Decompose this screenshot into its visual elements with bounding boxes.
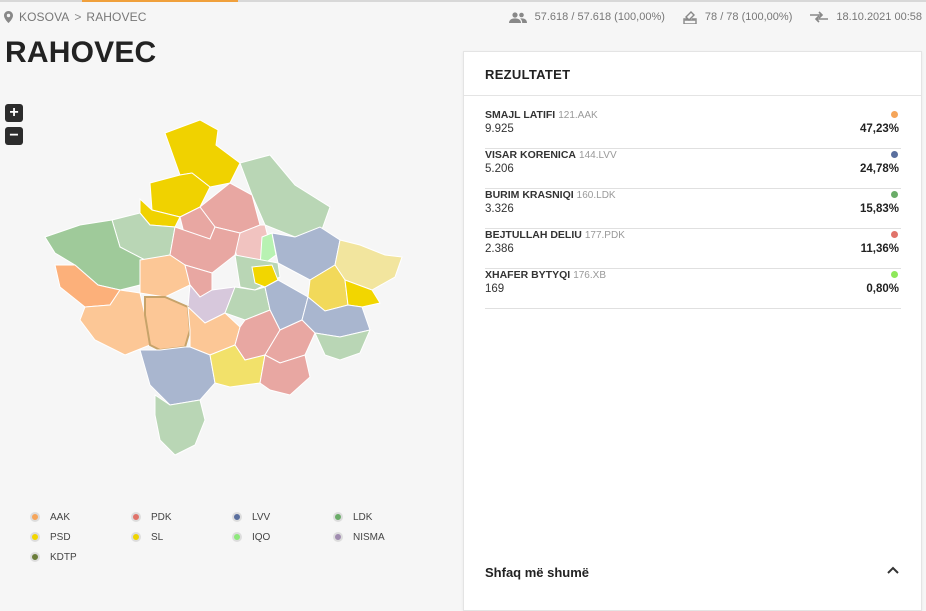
legend-item[interactable]: PDK <box>131 511 232 523</box>
stats-bar: 57.618 / 57.618 (100,00%) 78 / 78 (100,0… <box>491 9 922 25</box>
legend-label: NISMA <box>353 531 385 543</box>
swap-arrows-icon <box>810 11 829 23</box>
breadcrumb-separator: > <box>74 10 82 24</box>
chevron-up-icon <box>887 566 899 574</box>
candidate-votes: 169 <box>485 283 505 295</box>
breadcrumb-item-kosova[interactable]: KOSOVA <box>19 10 69 24</box>
candidate-votes: 5.206 <box>485 163 514 175</box>
party-color-dot <box>891 271 898 278</box>
legend-label: KDTP <box>50 551 77 563</box>
legend-item[interactable]: NISMA <box>333 531 434 543</box>
legend-dot <box>131 512 141 522</box>
legend-dot <box>30 532 40 542</box>
legend-label: PDK <box>151 511 172 523</box>
candidate-votes: 9.925 <box>485 123 514 135</box>
zoom-in-button[interactable]: + <box>5 104 23 122</box>
candidate-name: BURIM KRASNIQI 160.LDK <box>485 189 616 201</box>
result-row[interactable]: VISAR KORENICA 144.LVV 5.206 24,78% <box>485 149 901 189</box>
party-color-dot <box>891 151 898 158</box>
legend-dot <box>232 512 242 522</box>
candidate-number: 160.LDK <box>576 190 616 201</box>
breadcrumb-item-rahovec: RAHOVEC <box>86 10 147 24</box>
result-row[interactable]: BURIM KRASNIQI 160.LDK 3.326 15,83% <box>485 189 901 229</box>
legend-item[interactable]: LVV <box>232 511 333 523</box>
candidate-name-text: SMAJL LATIFI <box>485 109 556 121</box>
legend-dot <box>131 532 141 542</box>
legend-label: LDK <box>353 511 373 523</box>
candidate-votes: 3.326 <box>485 203 514 215</box>
candidate-percent: 11,36% <box>860 243 899 255</box>
candidate-percent: 47,23% <box>859 123 899 135</box>
map-region-hani-elezit[interactable] <box>259 354 311 396</box>
legend-item[interactable]: PSD <box>30 531 131 543</box>
candidate-name: BEJTULLAH DELIU 177.PDK <box>485 229 625 241</box>
candidate-number: 177.PDK <box>584 230 625 241</box>
ballot-box-icon <box>683 10 697 24</box>
party-legend: AAK PDK LVV LDK PSD SL IQO NISMA KDTP <box>30 511 430 563</box>
legend-label: LVV <box>252 511 271 523</box>
legend-item[interactable]: IQO <box>232 531 333 543</box>
legend-label: SL <box>151 531 164 543</box>
party-color-dot <box>891 111 898 118</box>
candidate-number: 121.AAK <box>558 110 598 121</box>
candidate-name: VISAR KORENICA 144.LVV <box>485 149 617 161</box>
kosovo-municipality-map[interactable] <box>40 115 410 460</box>
candidate-percent: 0,80% <box>866 283 899 295</box>
stat-stations-value: 78 / 78 (100,00%) <box>704 11 793 23</box>
candidate-number: 176.XB <box>573 270 606 281</box>
location-pin-icon <box>4 11 13 23</box>
candidate-name-text: BEJTULLAH DELIU <box>485 229 582 241</box>
top-progress-line <box>0 0 926 2</box>
party-color-dot <box>891 191 898 198</box>
legend-label: IQO <box>252 531 271 543</box>
zoom-out-button[interactable]: − <box>5 127 23 145</box>
party-color-dot <box>891 231 898 238</box>
breadcrumb: KOSOVA > RAHOVEC <box>4 9 146 25</box>
legend-dot <box>232 532 242 542</box>
legend-dot <box>333 532 343 542</box>
candidate-number: 144.LVV <box>579 150 617 161</box>
stat-voters-value: 57.618 / 57.618 (100,00%) <box>534 11 665 23</box>
results-header: REZULTATET <box>464 52 921 96</box>
legend-label: PSD <box>50 531 71 543</box>
candidate-name-text: BURIM KRASNIQI <box>485 189 574 201</box>
result-row[interactable]: BEJTULLAH DELIU 177.PDK 2.386 11,36% <box>485 229 901 269</box>
legend-dot <box>30 512 40 522</box>
top-progress-accent <box>82 0 238 2</box>
show-more-label: Shfaq më shumë <box>485 565 590 580</box>
candidate-name: SMAJL LATIFI 121.AAK <box>485 109 598 121</box>
map-region-prizren[interactable] <box>139 346 216 406</box>
candidate-name-text: XHAFER BYTYQI <box>485 269 571 281</box>
candidate-percent: 15,83% <box>859 203 899 215</box>
legend-dot <box>333 512 343 522</box>
legend-label: AAK <box>50 511 71 523</box>
results-panel: REZULTATET SMAJL LATIFI 121.AAK 9.925 47,… <box>463 51 922 611</box>
result-row[interactable]: XHAFER BYTYQI 176.XB 169 0,80% <box>485 269 901 309</box>
stat-stations: 78 / 78 (100,00%) <box>683 10 793 24</box>
legend-item[interactable]: AAK <box>30 511 131 523</box>
results-list: SMAJL LATIFI 121.AAK 9.925 47,23% VISAR K… <box>485 109 901 309</box>
legend-item[interactable]: LDK <box>333 511 434 523</box>
show-more-button[interactable]: Shfaq më shumë <box>464 552 923 594</box>
candidate-percent: 24,78% <box>859 163 899 175</box>
result-row[interactable]: SMAJL LATIFI 121.AAK 9.925 47,23% <box>485 109 901 149</box>
map-region-rahovec[interactable] <box>144 296 192 352</box>
candidate-name-text: VISAR KORENICA <box>485 149 577 161</box>
stat-updated-value: 18.10.2021 00:58 <box>836 11 922 23</box>
candidate-votes: 2.386 <box>485 243 514 255</box>
map-region-dragash[interactable] <box>154 394 206 456</box>
candidate-name: XHAFER BYTYQI 176.XB <box>485 269 606 281</box>
people-icon <box>508 11 527 23</box>
stat-updated: 18.10.2021 00:58 <box>810 11 922 23</box>
page-title: RAHOVEC <box>5 36 157 69</box>
legend-item[interactable]: SL <box>131 531 232 543</box>
legend-item[interactable]: KDTP <box>30 551 131 563</box>
stat-voters: 57.618 / 57.618 (100,00%) <box>508 11 665 23</box>
legend-dot <box>30 552 40 562</box>
